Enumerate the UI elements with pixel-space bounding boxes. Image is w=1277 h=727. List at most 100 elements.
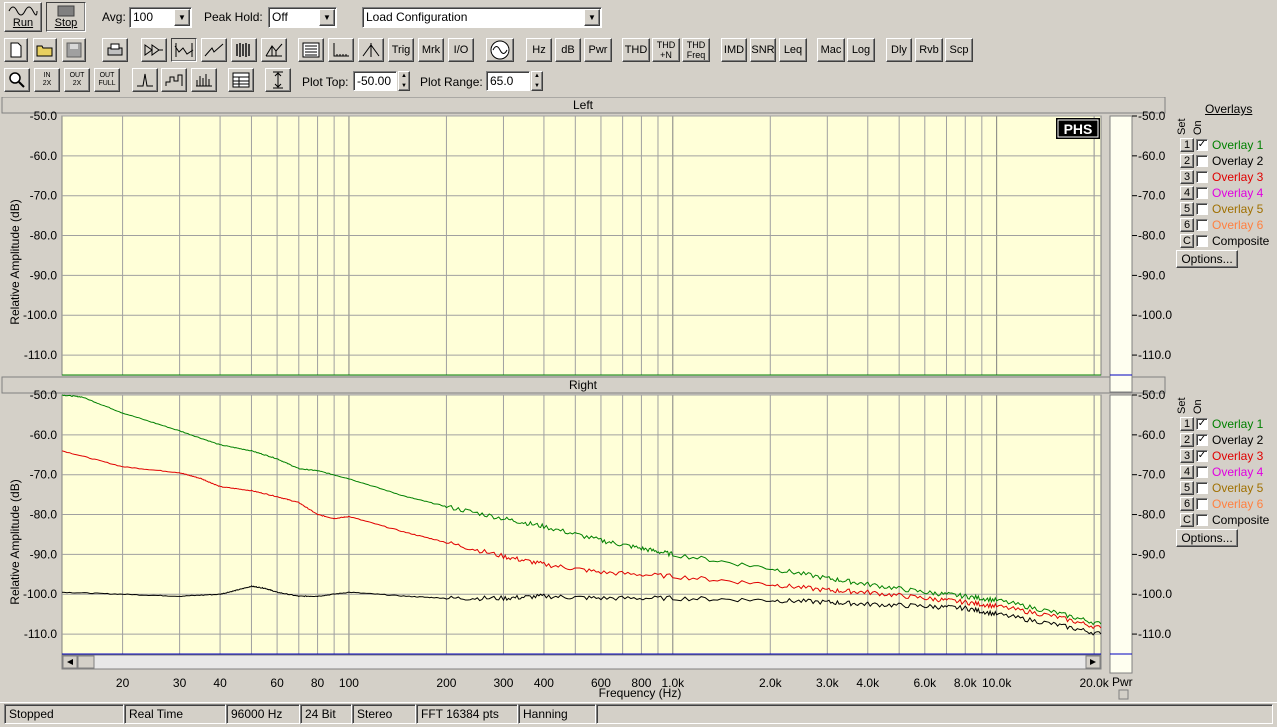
avg-select[interactable]: 100 ▼ (129, 7, 192, 28)
toolbar-button[interactable]: Hz (526, 38, 552, 62)
overlay-checkbox[interactable] (1196, 482, 1208, 494)
plot-top-input[interactable]: -50.00 (353, 71, 397, 91)
overlay-checkbox[interactable] (1196, 203, 1208, 215)
plot-range-spinner[interactable]: ▲ ▼ (531, 71, 543, 91)
zoom-in-2x-button[interactable]: IN 2X (34, 68, 60, 92)
y-tick-label: -110.0 (24, 348, 57, 362)
peak-line-icon (137, 73, 153, 87)
overlay-set-button[interactable]: 1 (1180, 138, 1194, 152)
bar-graph-icon (196, 74, 212, 87)
zoom-out-2x-button[interactable]: OUT 2X (64, 68, 90, 92)
toolbar-button[interactable]: SNR (750, 38, 776, 62)
bar-view-button[interactable] (191, 68, 217, 92)
overlay-checkbox[interactable] (1196, 219, 1208, 231)
pwr-button[interactable] (1118, 689, 1129, 700)
settings-panel-button[interactable] (298, 38, 324, 62)
overlay-checkbox[interactable] (1196, 466, 1208, 478)
toolbar-button[interactable]: THD Freq (682, 38, 710, 62)
overlay-checkbox[interactable] (1196, 514, 1208, 526)
plot-background[interactable] (61, 115, 1102, 376)
overlay-set-button[interactable]: 3 (1180, 170, 1194, 184)
toolbar-button[interactable]: THD +N (652, 38, 680, 62)
spin-down-icon[interactable]: ▼ (532, 82, 542, 92)
toolbar-button[interactable]: Pwr (584, 38, 612, 62)
table-view-button[interactable] (228, 68, 254, 92)
overlay-set-button[interactable]: 5 (1180, 202, 1194, 216)
y-axis-label-left: Relative Amplitude (dB) (8, 199, 22, 324)
toolbar-button[interactable]: Mac (817, 38, 845, 62)
toolbar-button[interactable]: IMD (721, 38, 747, 62)
overlay-set-button[interactable]: 1 (1180, 417, 1194, 431)
toolbar-button[interactable]: Leq (779, 38, 807, 62)
step-view-button[interactable] (161, 68, 187, 92)
overlay-set-button[interactable]: 3 (1180, 449, 1194, 463)
waveform-view-button[interactable] (201, 38, 227, 62)
plot-background[interactable] (61, 394, 1102, 655)
overlay-checkbox[interactable] (1196, 498, 1208, 510)
save-button[interactable] (62, 38, 86, 62)
overlay-checkbox[interactable]: ✓ (1196, 450, 1208, 462)
chevron-down-icon[interactable]: ▼ (174, 9, 190, 26)
peak-hold-select[interactable]: Off ▼ (268, 7, 337, 28)
spin-up-icon[interactable]: ▲ (532, 72, 542, 82)
toolbar-button[interactable]: Trig (388, 38, 414, 62)
overlay-set-button[interactable]: C (1180, 513, 1194, 527)
overlay-set-button[interactable]: 2 (1180, 154, 1194, 168)
overlay-set-button[interactable]: 6 (1180, 497, 1194, 511)
stop-button[interactable]: Stop (46, 2, 86, 32)
overlay-label: Overlay 6 (1212, 218, 1264, 232)
overlay-checkbox[interactable] (1196, 235, 1208, 247)
overlay-set-button[interactable]: 5 (1180, 481, 1194, 495)
y-tick-label: -80.0 (30, 508, 58, 522)
overlay-checkbox[interactable]: ✓ (1196, 434, 1208, 446)
overlay-checkbox[interactable] (1196, 155, 1208, 167)
overlay-set-button[interactable]: 6 (1180, 218, 1194, 232)
spectrum-view-button[interactable] (171, 38, 197, 62)
on-header: On (1192, 120, 1204, 135)
fast-forward-button[interactable] (141, 38, 167, 62)
scroll-thumb[interactable] (77, 655, 95, 669)
right-tick-label: -70.0 (1138, 468, 1166, 482)
configuration-select[interactable]: Load Configuration ▼ (362, 7, 602, 28)
horizontal-scrollbar[interactable] (61, 654, 1102, 670)
plot-area: Left Right Relative Amplitude (dB) Relat… (1, 97, 1172, 700)
toolbar-button[interactable]: THD (622, 38, 650, 62)
vertical-scale-button[interactable] (265, 68, 291, 92)
spectrogram-button[interactable] (231, 38, 257, 62)
new-file-button[interactable] (4, 38, 28, 62)
overlay-set-button[interactable]: 4 (1180, 465, 1194, 479)
toolbar-button[interactable]: Scp (945, 38, 973, 62)
toolbar-button[interactable]: Rvb (915, 38, 943, 62)
peak-view-button[interactable] (132, 68, 158, 92)
avg-label: Avg: (102, 10, 126, 24)
spin-up-icon[interactable]: ▲ (399, 72, 409, 82)
plot-range-input[interactable]: 65.0 (486, 71, 530, 91)
options-button[interactable]: Options... (1176, 529, 1238, 547)
overlay-set-button[interactable]: 2 (1180, 433, 1194, 447)
overlay-checkbox[interactable]: ✓ (1196, 418, 1208, 430)
toolbar-button[interactable]: Dly (886, 38, 912, 62)
toolbar-button[interactable]: Log (847, 38, 875, 62)
options-button[interactable]: Options... (1176, 250, 1238, 268)
spin-down-icon[interactable]: ▼ (399, 82, 409, 92)
toolbar-button[interactable]: dB (555, 38, 581, 62)
run-button[interactable]: Run (4, 2, 42, 32)
print-button[interactable] (102, 38, 128, 62)
zoom-out-full-button[interactable]: OUT FULL (94, 68, 120, 92)
overlay-set-button[interactable]: 4 (1180, 186, 1194, 200)
toolbar-button[interactable]: I/O (448, 38, 474, 62)
plot-top-spinner[interactable]: ▲ ▼ (398, 71, 410, 91)
zoom-button[interactable] (4, 68, 30, 92)
overlay-checkbox[interactable] (1196, 187, 1208, 199)
overlay-checkbox[interactable] (1196, 171, 1208, 183)
3d-view-button[interactable] (261, 38, 287, 62)
chevron-down-icon[interactable]: ▼ (584, 9, 600, 26)
marker-peak-button[interactable] (358, 38, 384, 62)
chevron-down-icon[interactable]: ▼ (319, 9, 335, 26)
toolbar-button[interactable]: Mrk (418, 38, 444, 62)
overlay-checkbox[interactable]: ✓ (1196, 139, 1208, 151)
overlay-set-button[interactable]: C (1180, 234, 1194, 248)
open-file-button[interactable] (33, 38, 57, 62)
scale-button[interactable] (328, 38, 354, 62)
generator-button[interactable] (486, 38, 514, 62)
